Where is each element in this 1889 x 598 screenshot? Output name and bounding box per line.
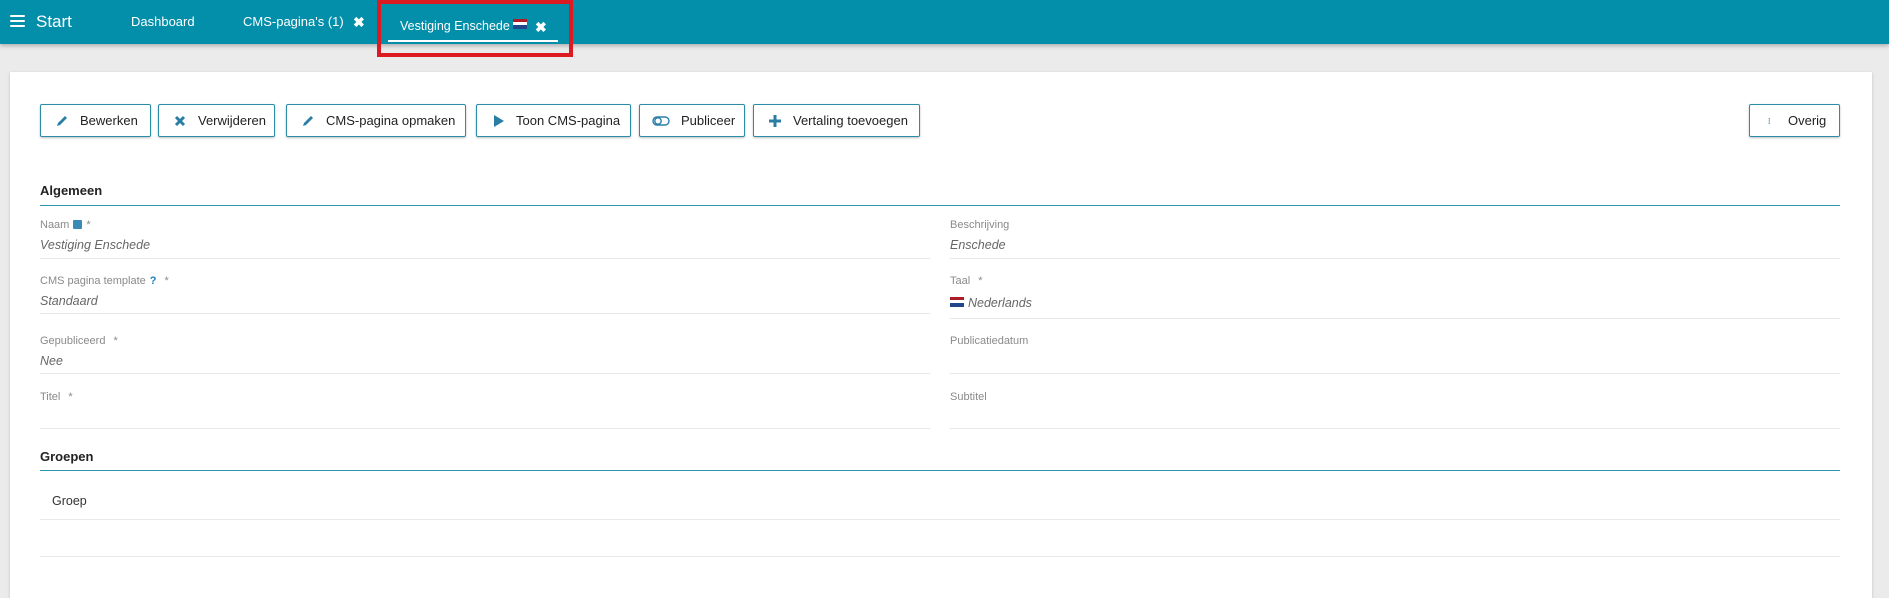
pencil-icon [303,115,313,126]
field-label-taal-text: Taal [950,275,971,287]
publish-button[interactable]: Publiceer [639,104,745,137]
field-label-template: CMS pagina template? * [40,275,169,287]
field-label-subtitel: Subtitel [950,391,987,403]
field-label-gepubliceerd-text: Gepubliceerd [40,335,106,347]
field-label-naam: Naam * [40,219,91,231]
show-cms-page-button-label: Toon CMS-pagina [516,113,621,128]
section-title-general: Algemeen [40,183,103,198]
required-marker: * [68,391,73,403]
tab-cms-paginas-close-icon[interactable]: ✖ [353,14,365,30]
edit-button-label: Bewerken [80,113,138,128]
field-label-naam-text: Naam [40,219,70,231]
close-icon [174,115,186,126]
field-divider [40,428,930,429]
delete-button-label: Verwijderen [198,113,266,128]
field-value-naam: Vestiging Enschede [40,238,151,252]
edit-button[interactable]: Bewerken [40,104,151,137]
table-row-divider [40,556,1840,557]
field-label-beschrijving: Beschrijving [950,219,1010,231]
field-label-gepubliceerd: Gepubliceerd * [40,335,118,347]
tab-vestiging-enschede-close-icon[interactable]: ✖ [535,19,547,35]
toggle-icon [652,115,670,126]
required-marker: * [164,275,169,287]
tab-dashboard[interactable]: Dashboard [131,14,195,29]
field-divider [950,318,1840,319]
field-value-taal-text: Nederlands [968,296,1032,310]
section-divider-general [40,205,1840,206]
netherlands-flag-icon [513,18,528,29]
section-title-groups: Groepen [40,449,94,464]
more-options-button-label: Overig [1788,113,1827,128]
field-divider [40,373,930,374]
required-marker: * [978,275,983,287]
tab-vestiging-enschede-label: Vestiging Enschede [400,19,510,33]
netherlands-flag-icon [950,296,964,307]
field-value-gepubliceerd: Nee [40,354,63,368]
required-marker: * [113,335,118,347]
groups-column-header: Groep [52,494,87,508]
field-label-titel-text: Titel [40,391,61,403]
required-marker: * [86,219,91,231]
active-tab-indicator [388,40,558,42]
vertical-dots-icon [1768,117,1770,124]
field-divider [40,258,930,259]
field-divider [950,373,1840,374]
pencil-icon [57,115,67,126]
field-divider [950,258,1840,259]
field-divider [40,313,930,314]
field-label-titel: Titel * [40,391,73,403]
top-navigation-bar: Start Dashboard CMS-pagina's (1) ✖ Vesti… [0,0,1889,44]
more-options-button[interactable]: Overig [1749,104,1840,137]
tab-vestiging-enschede[interactable]: Vestiging Enschede [400,18,528,33]
start-link[interactable]: Start [36,12,72,32]
field-value-taal: Nederlands [950,296,1032,310]
show-cms-page-button[interactable]: Toon CMS-pagina [476,104,631,137]
field-value-template: Standaard [40,294,98,308]
field-label-publicatiedatum: Publicatiedatum [950,335,1029,347]
plus-icon [769,114,781,127]
play-icon [494,114,504,127]
help-question-icon[interactable]: ? [150,275,157,287]
field-label-taal: Taal * [950,275,982,287]
section-divider-groups [40,470,1840,471]
hamburger-menu-icon[interactable] [10,15,25,27]
publish-button-label: Publiceer [681,113,736,128]
field-value-beschrijving: Enschede [950,238,1006,252]
table-header-divider [40,519,1840,520]
translate-book-icon[interactable] [73,220,83,229]
cms-page-design-button-label: CMS-pagina opmaken [326,113,456,128]
cms-page-design-button[interactable]: CMS-pagina opmaken [286,104,466,137]
add-translation-button-label: Vertaling toevoegen [793,113,908,128]
add-translation-button[interactable]: Vertaling toevoegen [753,104,920,137]
tab-cms-paginas[interactable]: CMS-pagina's (1) [243,14,344,29]
delete-button[interactable]: Verwijderen [158,104,275,137]
field-divider [950,428,1840,429]
field-label-template-text: CMS pagina template [40,275,146,287]
